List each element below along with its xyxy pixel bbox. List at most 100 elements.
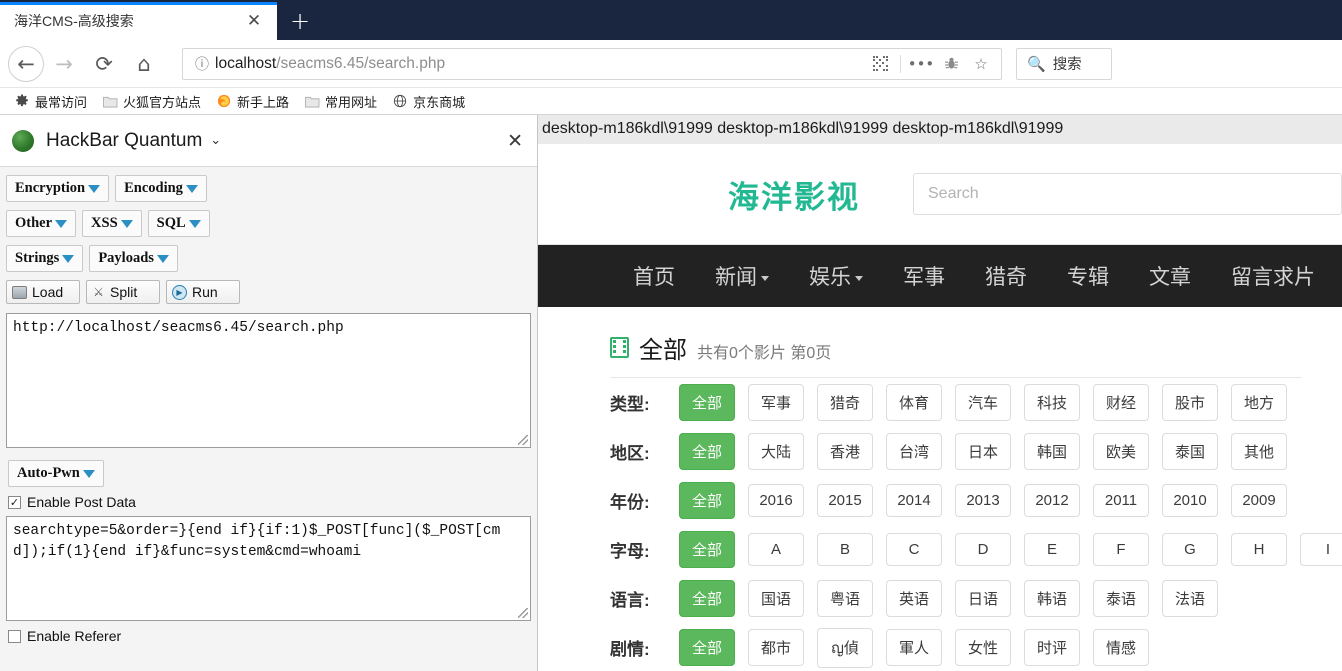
- reload-icon[interactable]: ⟳: [84, 44, 124, 84]
- enable-post-data-row[interactable]: ✓ Enable Post Data: [8, 494, 531, 510]
- post-data-textarea[interactable]: searchtype=5&order=}{end if}{if:1)$_POST…: [6, 516, 531, 621]
- filter-option-button[interactable]: I: [1300, 533, 1342, 566]
- filter-option-button[interactable]: 韩国: [1024, 433, 1080, 470]
- filter-option-button[interactable]: A: [748, 533, 804, 566]
- filter-option-button[interactable]: 猎奇: [817, 384, 873, 421]
- encoding-menu-button[interactable]: Encoding: [115, 175, 207, 202]
- address-bar[interactable]: ⓘ localhost/seacms6.45/search.php ••• ☆: [182, 47, 1002, 80]
- filter-option-button[interactable]: 时评: [1024, 629, 1080, 666]
- url-textarea[interactable]: http://localhost/seacms6.45/search.php: [6, 313, 531, 448]
- nav-item-article[interactable]: 文章: [1149, 261, 1191, 291]
- enable-post-data-checkbox[interactable]: ✓: [8, 495, 21, 509]
- filter-option-button[interactable]: 全部: [679, 531, 735, 568]
- filter-option-button[interactable]: 泰国: [1162, 433, 1218, 470]
- close-icon[interactable]: ✕: [507, 130, 523, 152]
- sql-menu-button[interactable]: SQL: [147, 210, 210, 237]
- filter-option-button[interactable]: 女性: [955, 629, 1011, 666]
- filter-option-button[interactable]: G: [1162, 533, 1218, 566]
- nav-item-album[interactable]: 专辑: [1067, 261, 1109, 291]
- payloads-menu-button[interactable]: Payloads: [89, 245, 178, 272]
- filter-option-button[interactable]: 2012: [1024, 484, 1080, 517]
- filter-option-button[interactable]: B: [817, 533, 873, 566]
- nav-item-news[interactable]: 新闻: [715, 261, 769, 291]
- filter-option-button[interactable]: 法语: [1162, 580, 1218, 617]
- filter-option-button[interactable]: 大陆: [748, 433, 804, 470]
- filter-option-button[interactable]: 体育: [886, 384, 942, 421]
- nav-item-military[interactable]: 军事: [903, 261, 945, 291]
- home-icon[interactable]: ⌂: [124, 44, 164, 84]
- site-logo[interactable]: 海洋影视: [728, 172, 860, 217]
- filter-option-button[interactable]: 情感: [1093, 629, 1149, 666]
- nav-item-request[interactable]: 留言求片: [1231, 261, 1315, 291]
- filter-option-button[interactable]: ญ偵: [817, 627, 873, 668]
- browser-tab-active[interactable]: 海洋CMS-高级搜索 ✕: [0, 2, 277, 40]
- site-search-input[interactable]: Search: [913, 173, 1342, 215]
- forward-icon[interactable]: →: [44, 44, 84, 84]
- plus-icon[interactable]: +: [277, 2, 323, 40]
- page-info-icon[interactable]: ⓘ: [189, 54, 215, 74]
- bookmark-item[interactable]: 京东商城: [386, 90, 471, 113]
- filter-option-button[interactable]: 軍人: [886, 629, 942, 666]
- star-icon[interactable]: ☆: [967, 50, 995, 78]
- encryption-menu-button[interactable]: Encryption: [6, 175, 110, 202]
- filter-option-button[interactable]: 全部: [679, 580, 735, 617]
- filter-option-button[interactable]: 全部: [679, 629, 735, 666]
- filter-option-button[interactable]: 国语: [748, 580, 804, 617]
- filter-option-button[interactable]: 汽车: [955, 384, 1011, 421]
- bookmark-item[interactable]: 火狐官方站点: [96, 90, 207, 113]
- filter-option-button[interactable]: 2015: [817, 484, 873, 517]
- close-icon[interactable]: ✕: [241, 8, 267, 34]
- filter-option-button[interactable]: 欧美: [1093, 433, 1149, 470]
- filter-option-button[interactable]: 其他: [1231, 433, 1287, 470]
- filter-option-button[interactable]: 2010: [1162, 484, 1218, 517]
- bookmark-item[interactable]: 新手上路: [210, 90, 295, 113]
- filter-option-button[interactable]: 2009: [1231, 484, 1287, 517]
- other-menu-button[interactable]: Other: [6, 210, 77, 237]
- bug-icon[interactable]: [937, 50, 965, 78]
- back-icon[interactable]: ←: [8, 45, 44, 82]
- filter-option-button[interactable]: F: [1093, 533, 1149, 566]
- filter-option-button[interactable]: 都市: [748, 629, 804, 666]
- filter-option-button[interactable]: 全部: [679, 482, 735, 519]
- filter-option-button[interactable]: 股市: [1162, 384, 1218, 421]
- filter-option-button[interactable]: 台湾: [886, 433, 942, 470]
- filter-option-button[interactable]: 全部: [679, 384, 735, 421]
- run-button[interactable]: ▶ Run: [166, 280, 240, 304]
- filter-option-button[interactable]: 科技: [1024, 384, 1080, 421]
- filter-option-button[interactable]: 韩语: [1024, 580, 1080, 617]
- page-actions-icon[interactable]: •••: [907, 50, 935, 78]
- qr-icon[interactable]: [866, 50, 894, 78]
- filter-option-button[interactable]: 日语: [955, 580, 1011, 617]
- filter-option-button[interactable]: 日本: [955, 433, 1011, 470]
- nav-item-curiosity[interactable]: 猎奇: [985, 261, 1027, 291]
- strings-menu-button[interactable]: Strings: [6, 245, 84, 272]
- filter-option-button[interactable]: 英语: [886, 580, 942, 617]
- auto-pwn-button[interactable]: Auto-Pwn: [8, 460, 104, 487]
- bookmark-item[interactable]: 常用网址: [298, 90, 383, 113]
- filter-option-button[interactable]: E: [1024, 533, 1080, 566]
- split-button[interactable]: ⚔ Split: [86, 280, 160, 304]
- filter-option-button[interactable]: 2014: [886, 484, 942, 517]
- filter-option-button[interactable]: 香港: [817, 433, 873, 470]
- filter-option-button[interactable]: H: [1231, 533, 1287, 566]
- filter-option-button[interactable]: 财经: [1093, 384, 1149, 421]
- xss-menu-button[interactable]: XSS: [82, 210, 142, 237]
- load-button[interactable]: Load: [6, 280, 80, 304]
- filter-option-button[interactable]: 粤语: [817, 580, 873, 617]
- enable-referer-row[interactable]: Enable Referer: [8, 628, 531, 644]
- browser-search-box[interactable]: 🔍 搜索: [1016, 47, 1112, 80]
- nav-item-entertainment[interactable]: 娱乐: [809, 261, 863, 291]
- filter-option-button[interactable]: C: [886, 533, 942, 566]
- enable-referer-checkbox[interactable]: [8, 629, 21, 643]
- filter-option-button[interactable]: 2013: [955, 484, 1011, 517]
- filter-option-button[interactable]: 全部: [679, 433, 735, 470]
- nav-item-home[interactable]: 首页: [633, 261, 675, 291]
- chevron-down-icon[interactable]: ⌄: [210, 133, 221, 148]
- filter-option-button[interactable]: D: [955, 533, 1011, 566]
- filter-option-button[interactable]: 地方: [1231, 384, 1287, 421]
- filter-option-button[interactable]: 2016: [748, 484, 804, 517]
- filter-option-button[interactable]: 军事: [748, 384, 804, 421]
- bookmark-item[interactable]: 最常访问: [8, 90, 93, 113]
- filter-option-button[interactable]: 泰语: [1093, 580, 1149, 617]
- filter-option-button[interactable]: 2011: [1093, 484, 1149, 517]
